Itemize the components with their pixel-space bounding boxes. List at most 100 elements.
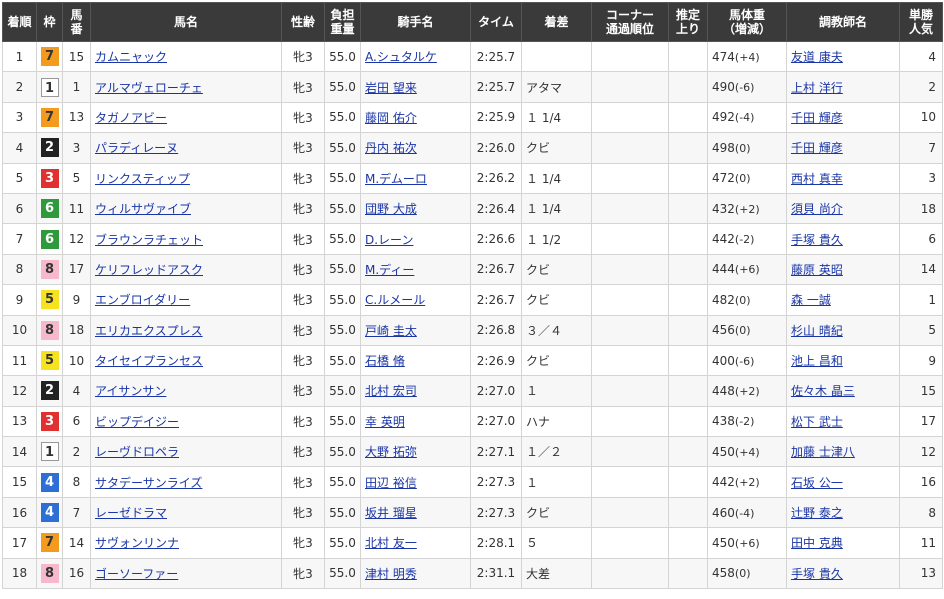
trainer-link[interactable]: 藤原 英昭 (791, 263, 843, 277)
agari-cell (668, 162, 708, 194)
jockey-cell: 大野 拓弥 (360, 436, 471, 468)
jockey-cell: 北村 宏司 (360, 375, 471, 407)
jockey-link[interactable]: 戸崎 圭太 (365, 324, 417, 338)
popularity-cell: 6 (899, 223, 943, 255)
horse-link[interactable]: サタデーサンライズ (95, 476, 202, 490)
trainer-link[interactable]: 杉山 晴紀 (791, 324, 843, 338)
horse-link[interactable]: エンブロイダリー (95, 293, 190, 307)
jockey-cell: 丹内 祐次 (360, 132, 471, 164)
umaban-cell: 6 (62, 405, 91, 438)
horse-link[interactable]: レーヴドロペラ (95, 445, 179, 459)
rank-cell: 4 (2, 132, 37, 164)
horse-cell: ビップデイジー (90, 405, 282, 438)
rank-cell: 11 (2, 344, 37, 377)
table-row: 2 1 1 アルマヴェローチェ 牝3 55.0 岩田 望来 2:25.7 アタマ 490(-6) 上… (2, 71, 943, 103)
popularity-cell: 2 (899, 71, 943, 103)
body-weight-cell: 400(-6) (707, 344, 787, 377)
trainer-link[interactable]: 西村 真幸 (791, 172, 843, 186)
jockey-link[interactable]: 北村 宏司 (365, 384, 417, 398)
horse-link[interactable]: レーゼドラマ (95, 506, 167, 520)
horse-link[interactable]: リンクスティップ (95, 172, 190, 186)
horse-link[interactable]: タイセイプランセス (95, 354, 203, 368)
trainer-link[interactable]: 佐々木 晶三 (791, 384, 855, 398)
horse-link[interactable]: ブラウンラチェット (95, 233, 203, 247)
table-row: 7 6 12 ブラウンラチェット 牝3 55.0 D.レーン 2:26.6 １ 1/2 442(-… (2, 223, 943, 255)
horse-cell: ウィルサヴァイブ (90, 192, 282, 225)
weight-cell: 55.0 (324, 101, 361, 134)
trainer-link[interactable]: 手塚 貴久 (791, 233, 843, 247)
jockey-link[interactable]: 藤岡 佑介 (365, 111, 417, 125)
horse-link[interactable]: エリカエクスプレス (95, 324, 203, 338)
trainer-link[interactable]: 田中 克典 (791, 536, 843, 550)
trainer-link[interactable]: 森 一誠 (791, 293, 831, 307)
jockey-link[interactable]: C.ルメール (365, 293, 425, 307)
waku-cell: 4 (36, 496, 63, 529)
horse-link[interactable]: タガノアビー (95, 111, 167, 125)
jockey-link[interactable]: 坂井 瑠星 (365, 506, 417, 520)
waku-cell: 5 (36, 284, 63, 316)
header-waku: 枠 (36, 2, 63, 42)
jockey-link[interactable]: 幸 英明 (365, 415, 405, 429)
jockey-link[interactable]: 団野 大成 (365, 202, 417, 216)
time-cell: 2:26.4 (470, 192, 522, 225)
jockey-link[interactable]: D.レーン (365, 233, 413, 247)
jockey-link[interactable]: 北村 友一 (365, 536, 417, 550)
trainer-cell: 松下 武士 (786, 405, 900, 438)
agari-cell (668, 496, 708, 529)
body-weight-diff: (+6) (734, 536, 760, 550)
horse-link[interactable]: アルマヴェローチェ (95, 81, 203, 95)
jockey-cell: C.ルメール (360, 284, 471, 316)
umaban-cell: 14 (62, 527, 91, 559)
horse-link[interactable]: カムニャック (95, 50, 167, 64)
corner-cell (591, 101, 669, 134)
trainer-link[interactable]: 友道 康夫 (791, 50, 843, 64)
jockey-link[interactable]: M.ディー (365, 263, 414, 277)
rank-cell: 3 (2, 101, 37, 134)
umaban-cell: 8 (62, 466, 91, 498)
trainer-link[interactable]: 辻野 泰之 (791, 506, 843, 520)
trainer-link[interactable]: 須貝 尚介 (791, 202, 843, 216)
corner-cell (591, 314, 669, 346)
horse-link[interactable]: サヴォンリンナ (95, 536, 179, 550)
trainer-link[interactable]: 千田 輝彦 (791, 111, 843, 125)
waku-badge: 4 (40, 503, 59, 523)
horse-link[interactable]: ビップデイジー (95, 415, 179, 429)
rank-cell: 12 (2, 375, 37, 407)
body-weight-value: 490 (712, 80, 735, 95)
table-row: 11 5 10 タイセイプランセス 牝3 55.0 石橋 脩 2:26.9 クビ 400(-6) 池… (2, 344, 943, 377)
trainer-link[interactable]: 石坂 公一 (791, 476, 843, 490)
horse-link[interactable]: ゴーソーファー (95, 567, 178, 581)
jockey-link[interactable]: M.デムーロ (365, 172, 427, 186)
horse-link[interactable]: パラディレーヌ (95, 141, 178, 155)
horse-link[interactable]: ケリフレッドアスク (95, 263, 203, 277)
jockey-link[interactable]: 石橋 脩 (365, 354, 405, 368)
trainer-link[interactable]: 松下 武士 (791, 415, 843, 429)
trainer-link[interactable]: 上村 洋行 (791, 81, 843, 95)
popularity-cell: 10 (899, 101, 943, 134)
horse-link[interactable]: アイサンサン (95, 384, 166, 398)
jockey-link[interactable]: A.シュタルケ (365, 50, 437, 64)
header-agari: 推定 上り (668, 2, 708, 42)
jockey-link[interactable]: 岩田 望来 (365, 81, 417, 95)
trainer-cell: 杉山 晴紀 (786, 314, 900, 346)
corner-cell (591, 253, 669, 286)
margin-cell: クビ (521, 284, 592, 316)
jockey-link[interactable]: 丹内 祐次 (365, 141, 417, 155)
rank-cell: 15 (2, 466, 37, 498)
horse-cell: ブラウンラチェット (90, 223, 282, 255)
popularity-cell: 11 (899, 527, 943, 559)
weight-cell: 55.0 (324, 496, 361, 529)
sexage-cell: 牝3 (281, 101, 325, 134)
trainer-link[interactable]: 池上 昌和 (791, 354, 843, 368)
table-row: 17 7 14 サヴォンリンナ 牝3 55.0 北村 友一 2:28.1 ５ 450(+6) 田中 … (2, 527, 943, 559)
jockey-link[interactable]: 田辺 裕信 (365, 476, 417, 490)
horse-link[interactable]: ウィルサヴァイブ (95, 202, 191, 216)
jockey-link[interactable]: 津村 明秀 (365, 567, 417, 581)
margin-cell: １ 1/4 (521, 162, 592, 194)
trainer-link[interactable]: 千田 輝彦 (791, 141, 843, 155)
horse-cell: エリカエクスプレス (90, 314, 282, 346)
trainer-link[interactable]: 手塚 貴久 (791, 567, 843, 581)
umaban-cell: 1 (62, 71, 91, 103)
jockey-link[interactable]: 大野 拓弥 (365, 445, 417, 459)
trainer-link[interactable]: 加藤 士津八 (791, 445, 855, 459)
